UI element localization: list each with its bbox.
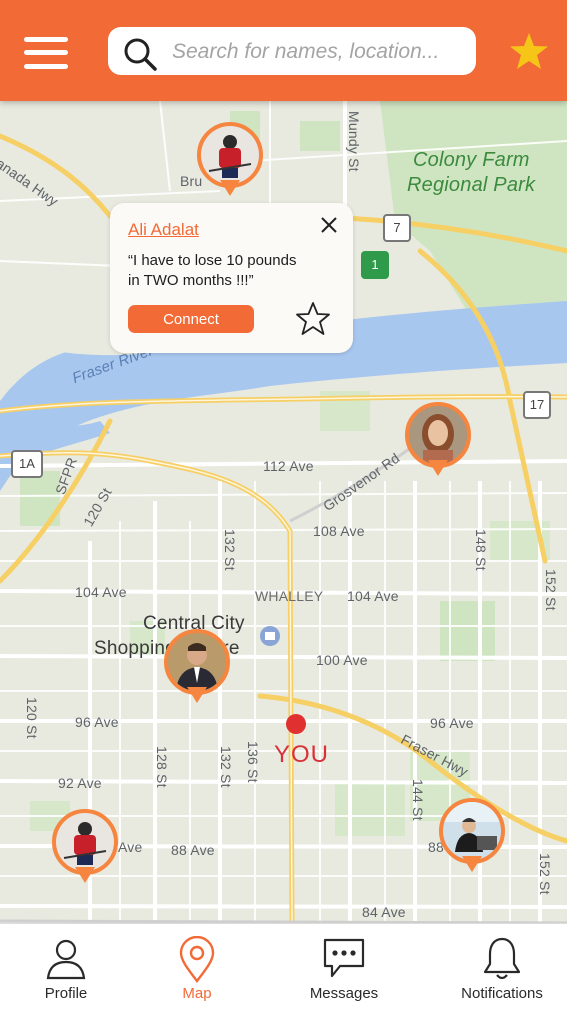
nav-label-map: Map (182, 985, 212, 1002)
star-icon (510, 33, 548, 69)
map-label-112-ave: 112 Ave (263, 458, 314, 474)
map-label-regional-park: Regional Park (407, 174, 536, 196)
avatar (405, 402, 471, 468)
user-pin-hockey-player-top[interactable] (197, 122, 263, 202)
woman-avatar-icon (409, 406, 467, 464)
map-label-132-st-south: 132 St (218, 746, 234, 788)
hockey-player-avatar-icon (56, 813, 114, 871)
map-label-96-ave-left: 96 Ave (75, 714, 119, 730)
search-bar[interactable] (108, 27, 476, 75)
map-label-104-ave-left: 104 Ave (75, 584, 127, 600)
map-label-108-ave: 108 Ave (313, 523, 365, 539)
map-label-colony-farm: Colony Farm (413, 149, 530, 171)
popup-user-name[interactable]: Ali Adalat (128, 220, 199, 240)
nav-label-notifications: Notifications (461, 985, 543, 1002)
map-label-92-ave: 92 Ave (58, 775, 102, 791)
current-location-dot (286, 714, 306, 734)
highway-shield-1: 1 (361, 251, 389, 279)
popup-status-quote: “I have to lose 10 pounds in TWO months … (128, 252, 297, 289)
map-label-148-st: 148 St (473, 529, 489, 571)
avatar (52, 809, 118, 875)
map-label-104-ave-right: 104 Ave (347, 588, 399, 604)
nav-item-profile[interactable]: Profile (20, 924, 112, 1012)
popup-close-button[interactable] (317, 213, 341, 237)
popup-favorite-button[interactable] (294, 300, 332, 338)
user-pin-man-suit[interactable] (164, 629, 230, 709)
map-label-144-st: 144 St (410, 779, 426, 821)
nav-item-notifications[interactable]: Notifications (447, 924, 557, 1012)
search-input[interactable] (170, 35, 469, 69)
map-label-100-ave: 100 Ave (316, 652, 368, 668)
connect-button[interactable]: Connect (128, 305, 254, 333)
nav-label-profile: Profile (44, 985, 88, 1002)
hamburger-menu-button[interactable] (24, 34, 70, 72)
map-label-mundy-st: Mundy St (346, 111, 362, 172)
nav-label-messages: Messages (309, 985, 379, 1002)
avatar (164, 629, 230, 695)
nav-item-messages[interactable]: Messages (294, 924, 394, 1012)
user-pin-office-worker[interactable] (439, 798, 505, 878)
map-label-152-st: 152 St (543, 569, 559, 611)
highway-shield-1a: 1A (11, 450, 43, 478)
search-icon (124, 38, 157, 71)
nav-item-map[interactable]: Map (152, 924, 242, 1012)
map-label-128-st: 128 St (154, 746, 170, 788)
map-pin-icon (179, 936, 215, 983)
map-label-136-st: 136 St (245, 741, 261, 783)
man-suit-avatar-icon (168, 633, 226, 691)
current-location-label: YOU (274, 741, 330, 768)
close-icon (321, 217, 337, 233)
map-label-whalley: WHALLEY (255, 588, 324, 604)
top-app-bar (0, 0, 567, 101)
map-label-96-ave-right: 96 Ave (430, 715, 474, 731)
person-icon (46, 939, 86, 980)
map-label-120-st: 120 St (24, 697, 40, 739)
user-info-popup: Ali Adalat “I have to lose 10 pounds in … (110, 203, 353, 353)
map-label-84-ave: 84 Ave (362, 904, 406, 920)
office-worker-avatar-icon (443, 802, 501, 860)
user-pin-woman[interactable] (405, 402, 471, 482)
avatar (197, 122, 263, 188)
map-label-132-st: 132 St (222, 529, 238, 571)
chat-bubble-icon (323, 938, 365, 978)
user-pin-hockey-player-bottom[interactable] (52, 809, 118, 889)
bell-icon (483, 937, 521, 980)
avatar (439, 798, 505, 864)
map-label-88-ave: 88 Ave (171, 842, 215, 858)
favorites-button[interactable] (508, 31, 550, 73)
highway-shield-7: 7 (383, 214, 411, 242)
hockey-player-avatar-icon (201, 126, 259, 184)
highway-shield-17: 17 (523, 391, 551, 419)
bottom-navigation: Profile Map Messages Notifications (0, 923, 567, 1012)
map-label-152-st-south: 152 St (537, 853, 553, 895)
map-label-88-ave-left: Ave (118, 839, 143, 855)
star-outline-icon (296, 302, 330, 335)
